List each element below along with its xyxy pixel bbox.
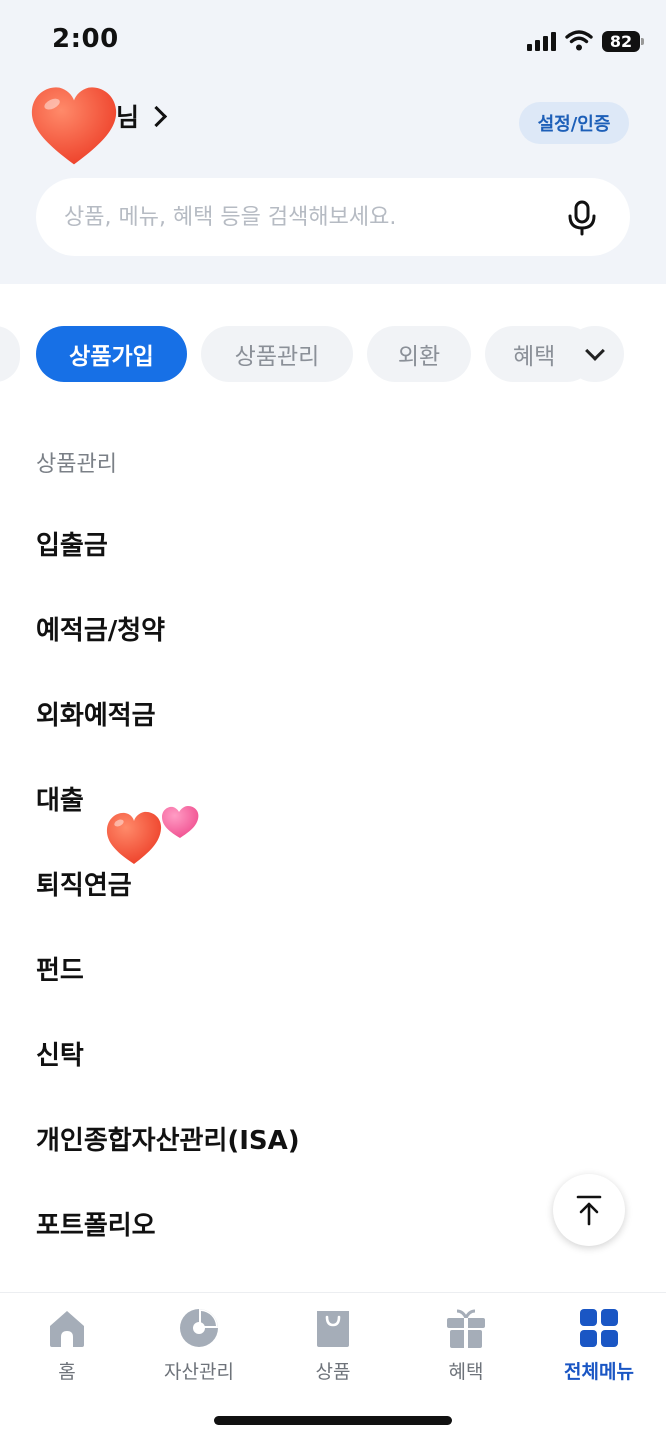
signal-icon <box>527 31 556 51</box>
status-icons: 82 <box>527 28 644 54</box>
nav-benefits[interactable]: 혜택 <box>411 1307 521 1387</box>
nav-benefits-label: 혜택 <box>448 1361 484 1383</box>
nav-asset-management[interactable]: 자산관리 <box>144 1307 254 1387</box>
settings-auth-button[interactable]: 설정/인증 <box>519 102 629 144</box>
nav-products-label: 상품 <box>315 1361 351 1383</box>
section-title: 상품관리 <box>36 452 117 477</box>
tab-partial-left[interactable] <box>0 326 20 382</box>
search-bar[interactable] <box>36 178 630 256</box>
hearts-sticker <box>106 806 199 864</box>
arrow-up-icon <box>576 1195 602 1226</box>
shopping-bag-icon <box>317 1311 349 1347</box>
battery-icon: 82 <box>602 30 644 52</box>
expand-tabs-button[interactable] <box>566 326 624 382</box>
chevron-down-icon <box>585 341 605 361</box>
category-tabs: 상품가입 상품관리 외환 혜택 <box>0 326 666 384</box>
nav-asset-label: 자산관리 <box>164 1361 234 1383</box>
nav-all-menu[interactable]: 전체메뉴 <box>544 1307 654 1387</box>
status-time: 2:00 <box>52 24 119 54</box>
menu-item-savings[interactable]: 예적금/청약 <box>36 611 556 651</box>
menu-item-pension[interactable]: 퇴직연금 <box>36 866 556 906</box>
pie-chart-icon <box>180 1309 218 1347</box>
menu-item-fund[interactable]: 펀드 <box>36 951 556 991</box>
home-icon <box>50 1311 84 1347</box>
scroll-to-top-button[interactable] <box>553 1174 625 1246</box>
menu-item-portfolio[interactable]: 포트폴리오 <box>36 1206 556 1246</box>
heart-sticker <box>31 87 117 165</box>
tab-product-manage[interactable]: 상품관리 <box>201 326 353 382</box>
microphone-icon[interactable] <box>566 200 598 236</box>
menu-item-deposit-withdrawal[interactable]: 입출금 <box>36 526 556 566</box>
battery-level: 82 <box>609 31 633 51</box>
nav-products[interactable]: 상품 <box>278 1307 388 1387</box>
search-input[interactable] <box>64 178 544 256</box>
nav-home[interactable]: 홈 <box>12 1307 122 1387</box>
chevron-right-icon <box>145 105 168 127</box>
menu-item-foreign-savings[interactable]: 외화예적금 <box>36 696 556 736</box>
tab-product-join[interactable]: 상품가입 <box>36 326 187 382</box>
grid-menu-icon <box>580 1309 618 1347</box>
wifi-icon <box>565 30 593 51</box>
tab-foreign-exchange[interactable]: 외환 <box>367 326 471 382</box>
gift-icon <box>447 1309 485 1348</box>
home-indicator <box>214 1416 452 1425</box>
nav-all-menu-label: 전체메뉴 <box>564 1361 634 1383</box>
menu-item-trust[interactable]: 신탁 <box>36 1036 556 1076</box>
nav-home-label: 홈 <box>58 1361 76 1383</box>
menu-item-isa[interactable]: 개인종합자산관리(ISA) <box>36 1121 556 1161</box>
